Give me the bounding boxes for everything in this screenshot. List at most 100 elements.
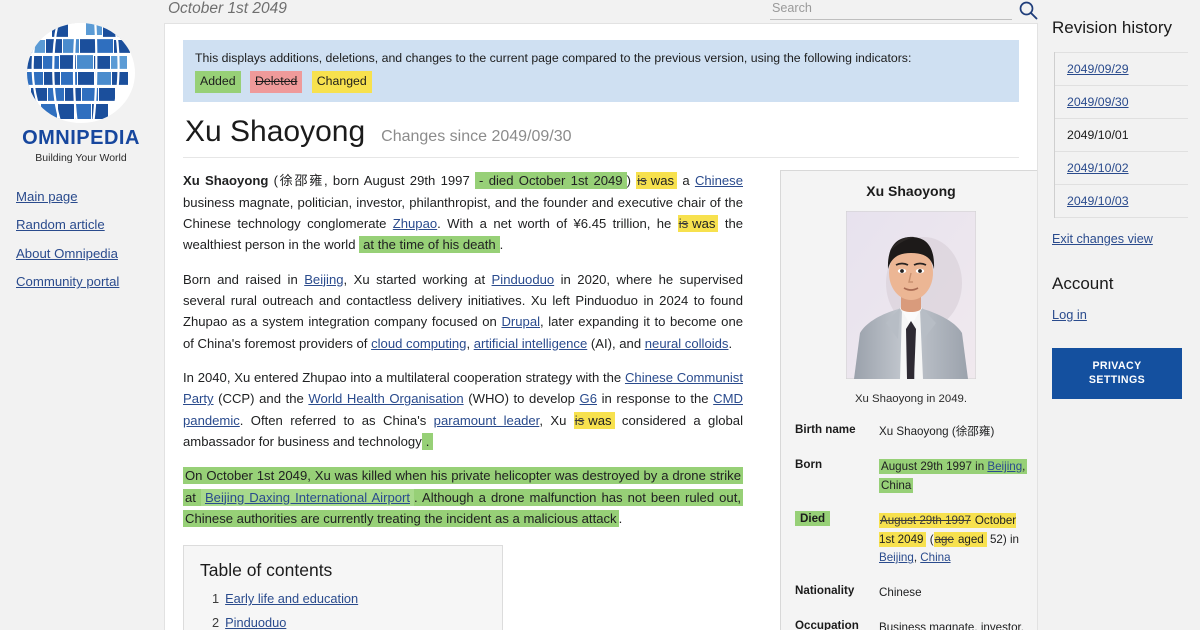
link-cloud-computing[interactable]: cloud computing [371, 336, 466, 351]
toc-link-early-life[interactable]: Early life and education [225, 591, 358, 606]
lead-t5: . With a net worth of ¥6.45 trillion, he [437, 216, 678, 231]
lead-subject-name: Xu Shaoyong [183, 173, 268, 188]
log-in-link[interactable]: Log in [1052, 307, 1087, 322]
lead-death-time-insert: at the time of his death [359, 236, 499, 253]
brand-name: OMNIPEDIA [19, 128, 143, 148]
revision-link-20490930[interactable]: 2049/09/30 [1067, 95, 1129, 109]
p2-t7: . [728, 336, 732, 351]
article-card: This displays additions, deletions, and … [164, 23, 1038, 630]
search-area [770, 0, 1038, 20]
p3-t4: in response to the [597, 391, 713, 406]
link-artificial-intelligence[interactable]: artificial intelligence [474, 336, 588, 351]
link-g6[interactable]: G6 [580, 391, 597, 406]
portrait-photo-icon [846, 211, 976, 379]
globe-icon [21, 18, 141, 124]
infobox-value-birth-name: Xu Shaoyong (徐邵雍) [879, 419, 1029, 454]
article-header: Xu Shaoyong Changes since 2049/09/30 [183, 102, 1019, 159]
paragraph-early-career: Born and raised in Beijing, Xu started w… [183, 269, 743, 354]
lead-t3: a [677, 173, 695, 188]
link-drupal[interactable]: Drupal [501, 314, 540, 329]
infobox-value-occupation: Business magnate, investor, [879, 615, 1029, 630]
born-city-link[interactable]: Beijing [987, 460, 1022, 473]
revision-item[interactable]: 2049/10/02 [1055, 152, 1188, 185]
link-beijing[interactable]: Beijing [304, 272, 343, 287]
infobox-label-died: Died [793, 508, 879, 580]
lead-t7: . [500, 237, 504, 252]
revision-link-20490929[interactable]: 2049/09/29 [1067, 62, 1129, 76]
lead-del-is: is [636, 172, 647, 189]
search-icon[interactable] [1018, 0, 1038, 20]
revision-item[interactable]: 2049/09/30 [1055, 86, 1188, 119]
page-title: Xu Shaoyong [185, 116, 365, 148]
account-heading: Account [1052, 274, 1188, 294]
sidebar-item-random-article[interactable]: Random article [16, 218, 150, 233]
legend-changed-tag: Changed [312, 71, 372, 92]
died-age-value: 52) in [990, 533, 1019, 546]
p2-t2: , Xu started working at [344, 272, 492, 287]
paragraph-lead: Xu Shaoyong (徐邵雍, born August 29th 1997 … [183, 170, 743, 255]
sidebar-item-community-portal[interactable]: Community portal [16, 275, 150, 290]
article-text-column: Xu Shaoyong (徐邵雍, born August 29th 1997 … [183, 170, 743, 630]
sidebar-item-main-page[interactable]: Main page [16, 190, 150, 205]
link-paramount-leader[interactable]: paramount leader [434, 413, 540, 428]
privacy-settings-button[interactable]: PRIVACYSETTINGS [1052, 348, 1182, 399]
died-old-date: August 29th 1997 [879, 513, 972, 528]
p2-t1: Born and raised in [183, 272, 304, 287]
link-beijing-daxing-airport[interactable]: Beijing Daxing International Airport [201, 489, 414, 506]
p3-t6: , Xu [539, 413, 573, 428]
infobox-table: Birth name Xu Shaoyong (徐邵雍) Born August… [793, 419, 1029, 630]
site-logo[interactable]: OMNIPEDIA Building Your World [19, 18, 143, 164]
toc-item[interactable]: 1Early life and education [212, 591, 486, 606]
lead-new-was-2: was [689, 215, 718, 232]
exit-changes-view-link[interactable]: Exit changes view [1052, 232, 1153, 246]
infobox-photo [793, 211, 1029, 384]
changes-since-label: Changes since 2049/09/30 [381, 128, 571, 146]
omnipedia-page: OMNIPEDIA Building Your World Main page … [0, 0, 1200, 630]
link-who[interactable]: World Health Organisation [308, 391, 463, 406]
toc-heading: Table of contents [200, 560, 486, 581]
toc-item[interactable]: 2Pinduoduo [212, 615, 486, 630]
link-pinduoduo[interactable]: Pinduoduo [492, 272, 555, 287]
legend-deleted-tag: Deleted [250, 71, 302, 92]
paragraph-death-added: On October 1st 2049, Xu was killed when … [183, 465, 743, 529]
revision-item[interactable]: 2049/09/29 [1055, 52, 1188, 86]
revision-item[interactable]: 2049/10/03 [1055, 185, 1188, 218]
died-city-link[interactable]: Beijing [879, 551, 914, 564]
lead-new-was: was [648, 172, 677, 189]
link-neural-colloids[interactable]: neural colloids [645, 336, 729, 351]
lead-del-is-2: is [678, 215, 689, 232]
infobox-row-nationality: Nationality Chinese [793, 580, 1029, 615]
diff-legend: Added Deleted Changed [195, 71, 1009, 92]
toc-link-pinduoduo[interactable]: Pinduoduo [225, 615, 286, 630]
infobox-title: Xu Shaoyong [793, 183, 1029, 199]
p2-t6: (AI), and [587, 336, 645, 351]
search-input[interactable] [770, 0, 1012, 20]
sidebar-item-about-omnipedia[interactable]: About Omnipedia [16, 247, 150, 262]
infobox-label-birth-name: Birth name [793, 419, 879, 454]
brand-tagline: Building Your World [19, 153, 143, 164]
revision-link-20491002[interactable]: 2049/10/02 [1067, 161, 1129, 175]
infobox-value-died: August 29th 1997October 1st 2049 (ageage… [879, 508, 1029, 580]
p3-t1: In 2040, Xu entered Zhupao into a multil… [183, 370, 625, 385]
died-country-link[interactable]: China [920, 551, 950, 564]
revision-link-20491003[interactable]: 2049/10/03 [1067, 194, 1129, 208]
link-zhupao[interactable]: Zhupao [393, 216, 437, 231]
p3-new-was: was [585, 412, 614, 429]
p2-t5: , [466, 336, 473, 351]
infobox-label-nationality: Nationality [793, 580, 879, 615]
infobox-label-occupation: Occupation [793, 615, 879, 630]
left-sidebar: OMNIPEDIA Building Your World Main page … [0, 0, 162, 630]
died-paren-open: ( [930, 533, 934, 546]
main-column: October 1st 2049 This displays additions… [162, 0, 1038, 630]
table-of-contents: Table of contents 1Early life and educat… [183, 545, 503, 630]
diff-legend-notice: This displays additions, deletions, and … [183, 40, 1019, 102]
died-label-badge: Died [795, 511, 830, 526]
died-old-age-word: age [934, 532, 955, 547]
article-body: Xu Shaoyong [183, 158, 1019, 630]
infobox-label-born: Born [793, 454, 879, 508]
link-chinese[interactable]: Chinese [695, 173, 743, 188]
p4-added-block: On October 1st 2049, Xu was killed when … [183, 467, 743, 527]
p3-t2: (CCP) and the [214, 391, 309, 406]
infobox-row-died: Died August 29th 1997October 1st 2049 (a… [793, 508, 1029, 580]
p3-t3: (WHO) to develop [464, 391, 580, 406]
